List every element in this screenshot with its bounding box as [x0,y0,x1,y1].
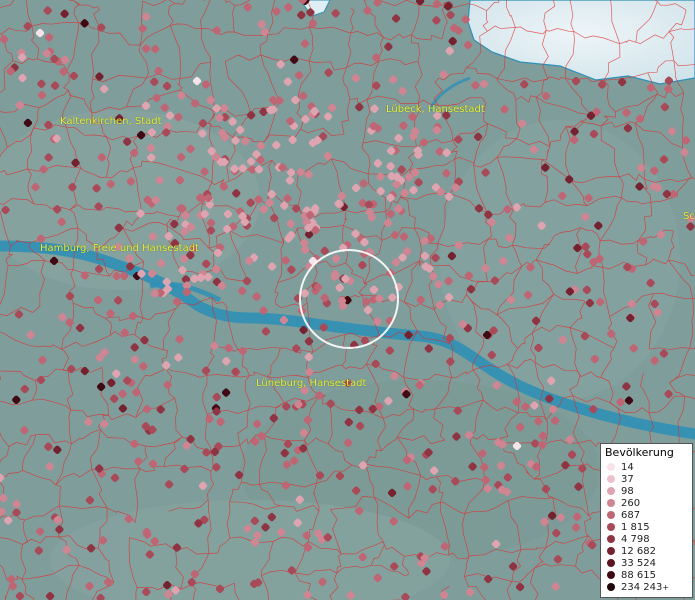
legend: Bevölkerung 14 37 98 260 687 1 815 4 798 12 682… [600,443,693,598]
legend-item-label: 12 682 [621,545,656,557]
legend-item: 687 [605,509,688,521]
legend-item: 14 [605,461,688,473]
legend-item-label: 88 615 [621,569,656,581]
legend-item-label: 4 798 [621,533,650,545]
label-hamburg: Hamburg, Freie und Hansestadt [40,243,199,254]
legend-swatch [607,535,615,543]
legend-item: 234 243 + [605,581,688,593]
label-edge-town: Sc [683,211,695,222]
map-canvas[interactable] [0,0,695,600]
legend-overflow-marker: + [662,582,670,592]
map-view[interactable]: Kaltenkirchen, Stadt Lübeck, Hansestadt … [0,0,695,600]
legend-item-label: 260 [621,497,641,509]
legend-item-label: 98 [621,485,634,497]
legend-item: 260 [605,497,688,509]
legend-swatch [607,499,615,507]
legend-item-label: 33 524 [621,557,656,569]
legend-swatch [607,523,615,531]
legend-item-label: 687 [621,509,641,521]
legend-item: 33 524 [605,557,688,569]
legend-swatch [607,511,615,519]
legend-item: 37 [605,473,688,485]
legend-swatch [607,547,615,555]
label-lueneburg: Lüneburg, Hansestadt [256,378,367,389]
legend-item: 88 615 [605,569,688,581]
legend-item: 98 [605,485,688,497]
legend-item-label: 1 815 [621,521,650,533]
legend-list: 14 37 98 260 687 1 815 4 798 12 682 33 524 88 615… [605,461,688,593]
legend-item-label: 14 [621,461,634,473]
legend-swatch [607,487,615,495]
legend-swatch [607,559,615,567]
label-kaltenkirchen: Kaltenkirchen, Stadt [60,116,162,127]
legend-swatch [607,463,615,471]
legend-title: Bevölkerung [605,446,674,459]
legend-item: 12 682 [605,545,688,557]
legend-swatch [607,571,615,579]
legend-item: 1 815 [605,521,688,533]
legend-swatch [607,475,615,483]
legend-item-label: 37 [621,473,634,485]
legend-item: 4 798 [605,533,688,545]
label-luebeck: Lübeck, Hansestadt [386,104,485,115]
legend-item-label: 234 243 [621,581,663,593]
legend-swatch [607,583,615,591]
